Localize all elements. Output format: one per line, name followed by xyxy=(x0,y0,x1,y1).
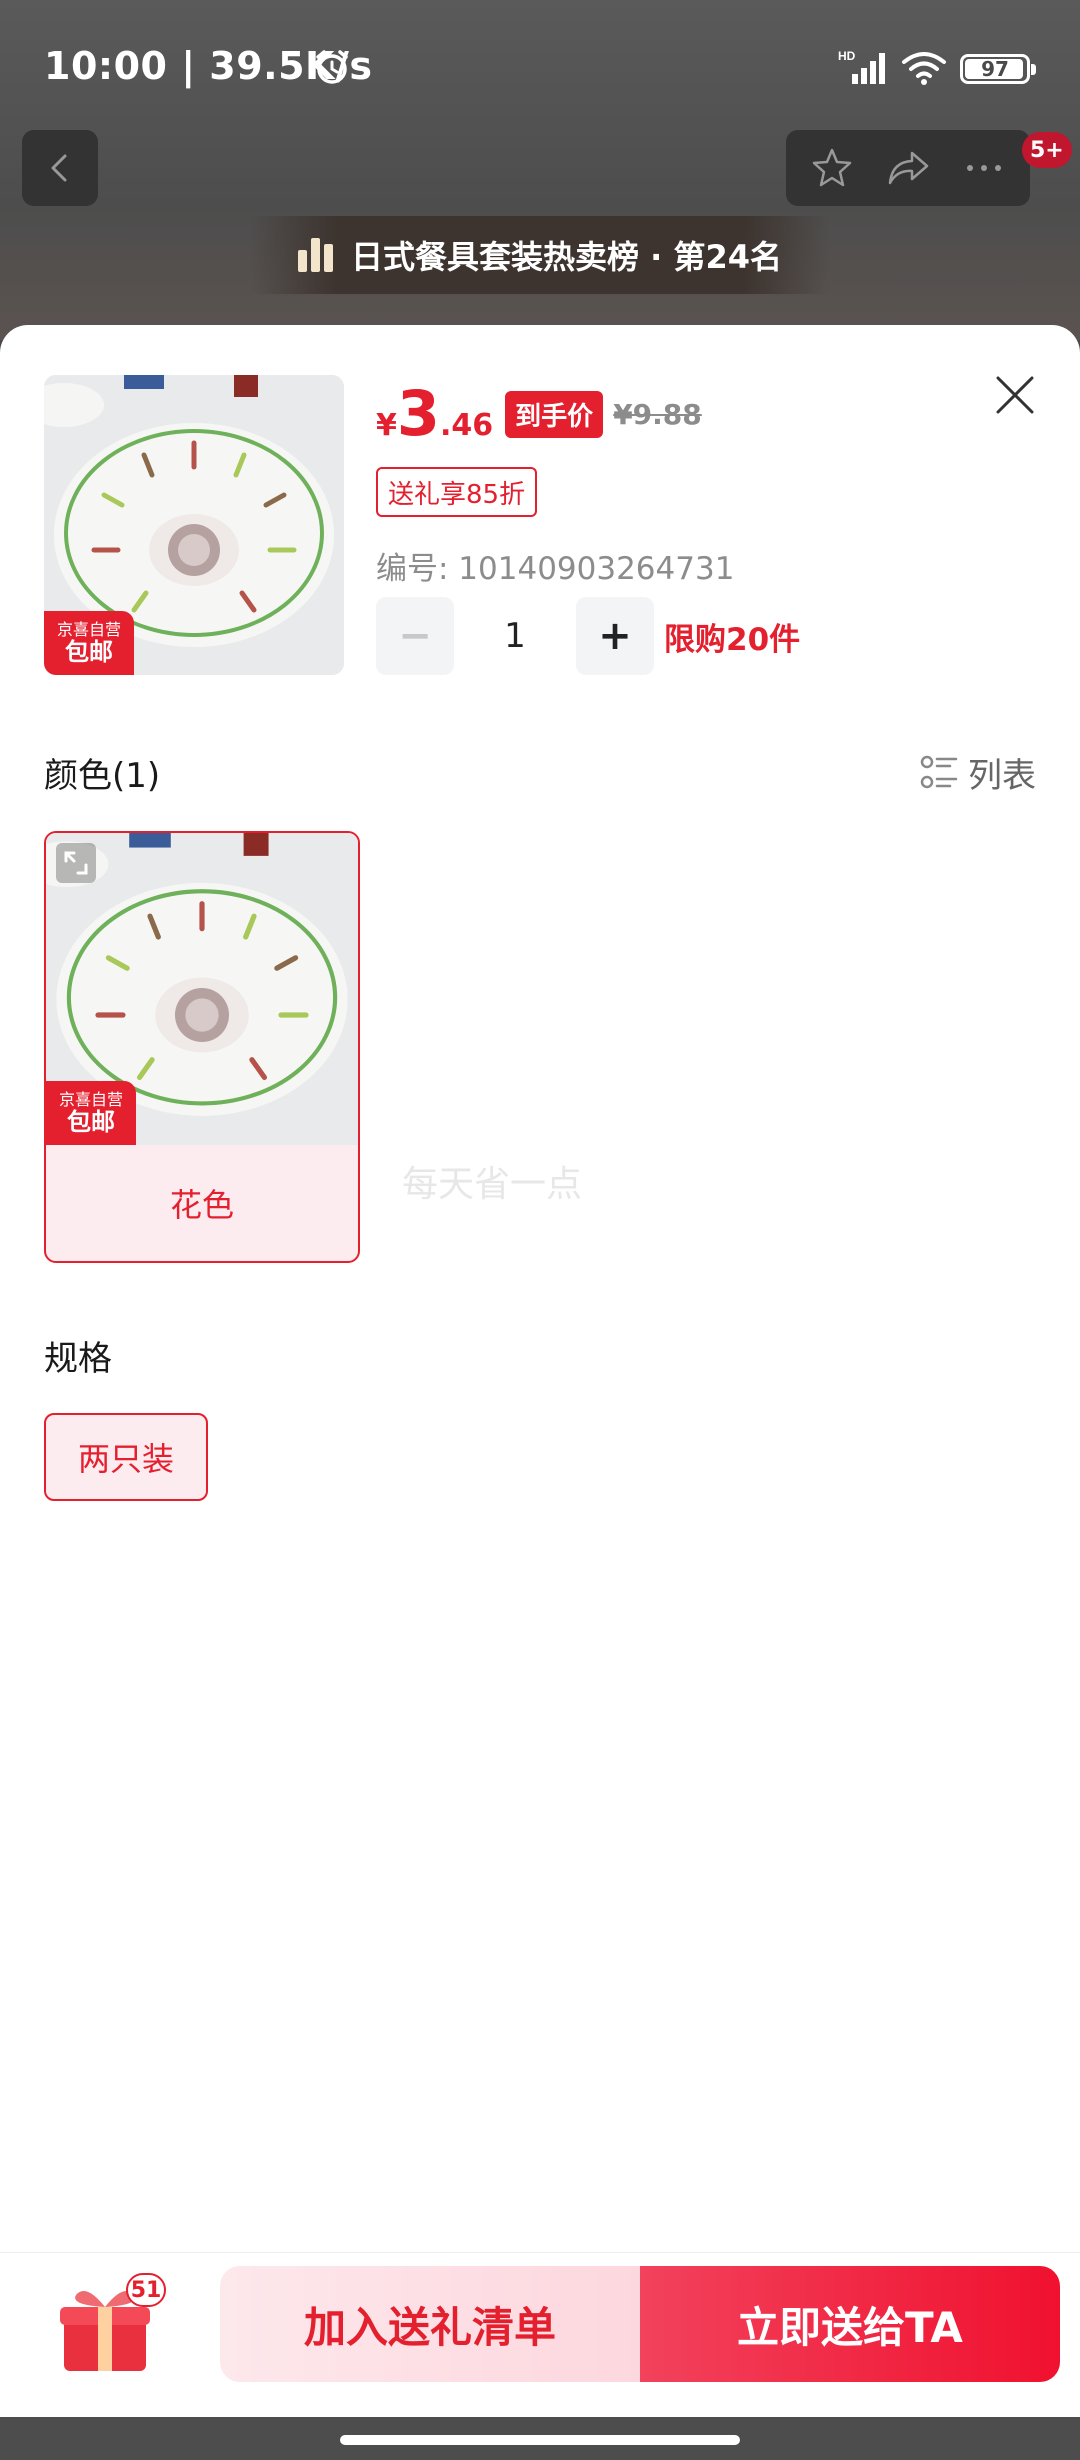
color-option-label: 花色 xyxy=(169,1186,234,1224)
close-icon xyxy=(996,376,1034,414)
spec-option-two-pack[interactable]: 两只装 xyxy=(44,1413,208,1501)
home-indicator[interactable] xyxy=(340,2435,740,2445)
quantity-value[interactable]: 1 xyxy=(454,616,576,656)
top-action-group xyxy=(786,130,1030,206)
more-button[interactable] xyxy=(956,140,1012,196)
bar-chart-icon xyxy=(298,238,333,272)
expand-icon[interactable] xyxy=(56,843,96,883)
watermark-text: 每天省一点 xyxy=(402,1164,583,1205)
status-bar: 10:00 | 39.5K/s HD 97 xyxy=(0,0,1080,135)
list-icon xyxy=(920,755,958,788)
more-dots-icon xyxy=(967,165,1001,171)
free-shipping-badge: 京喜自营 包邮 xyxy=(46,1081,136,1145)
share-icon xyxy=(888,151,929,185)
rank-text: 日式餐具套装热卖榜 · 第24名 xyxy=(351,238,782,276)
wifi-icon xyxy=(902,52,946,85)
quantity-stepper: − 1 + 限购20件 xyxy=(376,597,800,675)
product-image[interactable]: 京喜自营 包邮 xyxy=(44,375,344,675)
decrease-quantity-button[interactable]: − xyxy=(376,597,454,675)
color-option-floral[interactable]: 京喜自营 包邮 花色 xyxy=(44,831,360,1263)
bottom-action-bar: 51 加入送礼清单 立即送给TA xyxy=(0,2252,1080,2417)
purchase-limit: 限购20件 xyxy=(664,621,801,658)
badge-line2: 包邮 xyxy=(65,637,113,666)
add-to-gift-list-button[interactable]: 加入送礼清单 xyxy=(220,2266,640,2382)
free-shipping-badge: 京喜自营 包邮 xyxy=(44,611,134,675)
list-toggle-label: 列表 xyxy=(968,756,1036,796)
increase-quantity-button[interactable]: + xyxy=(576,597,654,675)
close-button[interactable] xyxy=(990,370,1040,420)
spec-section-title: 规格 xyxy=(44,1339,112,1379)
back-button[interactable] xyxy=(22,130,98,206)
price-decimal: .46 xyxy=(440,408,494,443)
svg-text:HD: HD xyxy=(838,49,856,63)
gift-discount-badge: 送礼享85折 xyxy=(376,467,538,517)
notification-badge: 5+ xyxy=(1022,132,1072,168)
badge-line1: 京喜自营 xyxy=(56,620,121,639)
sku-number: 编号: 10140903264731 xyxy=(376,551,735,587)
send-gift-now-button[interactable]: 立即送给TA xyxy=(640,2266,1060,2382)
price-row: ¥ 3 .46 到手价 ¥9.88 xyxy=(376,383,702,445)
chevron-left-icon xyxy=(51,154,67,182)
final-price-tag: 到手价 xyxy=(505,390,604,438)
battery-percent: 97 xyxy=(981,57,1009,81)
original-price: ¥9.88 xyxy=(613,397,702,431)
gift-count-badge: 51 xyxy=(126,2273,166,2307)
sku-selector-sheet: 京喜自营 包邮 ¥ 3 .46 到手价 ¥9.88 送礼享85折 编号: 101… xyxy=(0,325,1080,2417)
color-option-image: 京喜自营 包邮 xyxy=(46,833,358,1145)
badge-line1: 京喜自营 xyxy=(58,1090,123,1109)
price-currency: ¥ xyxy=(376,408,397,443)
badge-line2: 包邮 xyxy=(67,1107,115,1136)
system-nav-bar xyxy=(0,2417,1080,2460)
star-icon xyxy=(812,148,852,187)
color-section-title: 颜色(1) xyxy=(44,756,161,796)
rank-banner[interactable]: 日式餐具套装热卖榜 · 第24名 xyxy=(250,216,830,294)
alarm-icon xyxy=(316,50,348,84)
cellular-signal-icon: HD xyxy=(838,49,885,84)
list-view-toggle[interactable]: 列表 xyxy=(920,748,1036,797)
battery-indicator: 97 xyxy=(960,54,1036,84)
share-button[interactable] xyxy=(880,140,936,196)
price-integer: 3 xyxy=(396,377,441,450)
favorite-button[interactable] xyxy=(804,140,860,196)
